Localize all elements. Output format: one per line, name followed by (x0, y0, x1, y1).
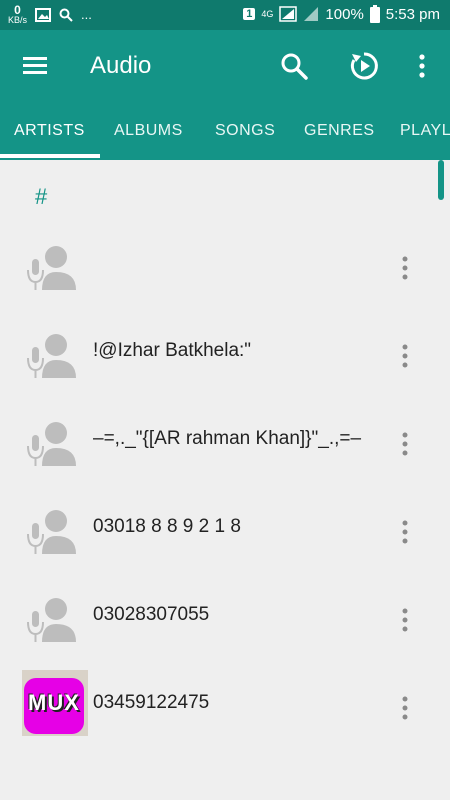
artist-name: –=,._"{[AR rahman Khan]}"_.,=– (93, 428, 362, 449)
clock: 5:53 pm (385, 5, 440, 23)
person-mic-icon (27, 334, 76, 378)
artist-thumbnail: MUX (22, 670, 88, 736)
overflow-menu-icon[interactable] (410, 50, 434, 82)
person-mic-icon (27, 510, 76, 554)
person-mic-icon (27, 422, 76, 466)
mux-logo-text: MUX (28, 690, 80, 715)
recent-playback-icon[interactable] (348, 50, 380, 82)
list-item[interactable]: !@Izhar Batkhela:" (0, 314, 450, 402)
tab-albums[interactable]: ALBUMS (114, 122, 183, 140)
item-overflow-icon[interactable] (396, 424, 414, 464)
data-speed-unit: KB/s (8, 15, 28, 25)
gallery-icon (35, 7, 52, 22)
list-item[interactable]: MUX 03459122475 (0, 666, 450, 754)
list-item[interactable]: –=,._"{[AR rahman Khan]}"_.,=– (0, 402, 450, 490)
app-bar: Audio ARTISTS ALBUMS SONGS GENRES PLAYL (0, 30, 450, 160)
item-overflow-icon[interactable] (396, 336, 414, 376)
search-icon[interactable] (278, 50, 310, 82)
item-overflow-icon[interactable] (396, 248, 414, 288)
tab-playlists[interactable]: PLAYL (400, 122, 450, 140)
scrollbar[interactable] (438, 160, 444, 200)
page-title: Audio (90, 52, 152, 79)
tab-genres[interactable]: GENRES (304, 122, 375, 140)
tab-songs[interactable]: SONGS (215, 122, 275, 140)
list-item[interactable]: 03018 8 8 9 2 1 8 (0, 490, 450, 578)
mux-logo: MUX (24, 678, 84, 734)
tab-artists[interactable]: ARTISTS (14, 122, 85, 140)
artist-name: 03028307055 (93, 604, 210, 625)
menu-icon[interactable] (20, 50, 50, 80)
artist-name: 03018 8 8 9 2 1 8 (93, 516, 241, 537)
battery-percent: 100% (325, 5, 364, 23)
item-overflow-icon[interactable] (396, 688, 414, 728)
signal-icon (279, 6, 298, 22)
item-overflow-icon[interactable] (396, 512, 414, 552)
battery-icon (369, 5, 380, 23)
more-notifications-indicator: ... (81, 7, 92, 22)
artist-name: 03459122475 (93, 692, 210, 713)
section-header: # (35, 184, 48, 209)
item-overflow-icon[interactable] (396, 600, 414, 640)
sim-badge: 1 (243, 8, 256, 20)
data-speed-indicator: 0 KB/s (8, 4, 27, 25)
person-mic-icon (27, 246, 76, 290)
artist-name: !@Izhar Batkhela:" (93, 340, 252, 361)
search-status-icon (59, 8, 73, 22)
person-mic-icon (27, 598, 76, 642)
status-bar: 0 KB/s ... 1 4G 100% 5:53 pm (0, 0, 450, 30)
signal-icon-2 (304, 7, 319, 21)
network-type: 4G (261, 9, 274, 19)
list-item[interactable] (0, 226, 450, 314)
active-tab-indicator (0, 154, 100, 158)
list-item[interactable]: 03028307055 (0, 578, 450, 666)
